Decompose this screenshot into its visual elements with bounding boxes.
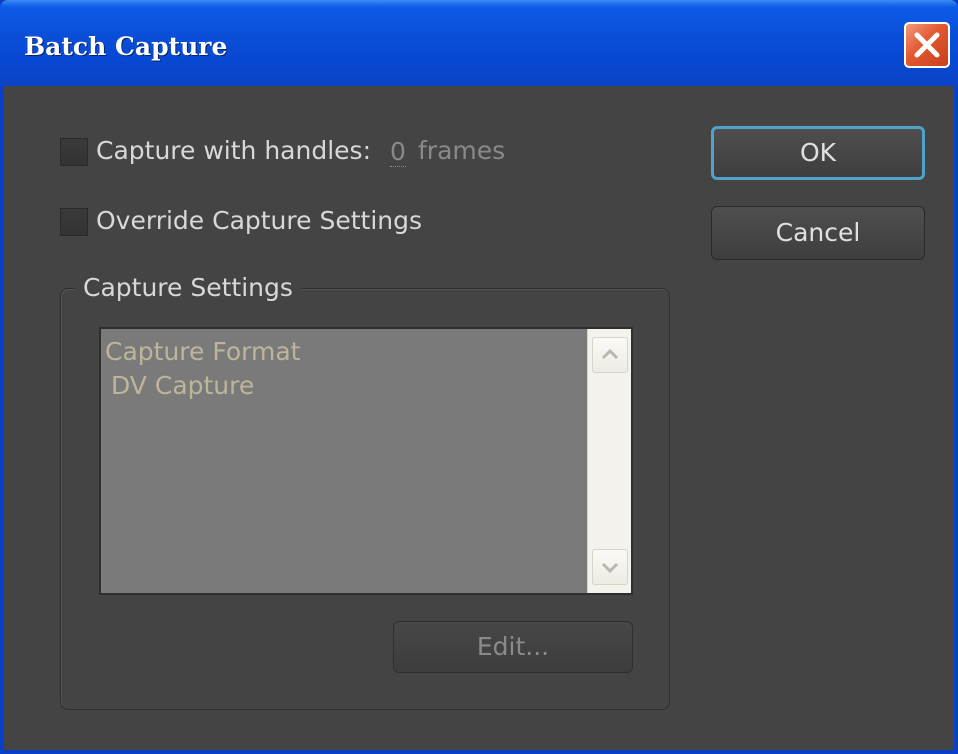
override-capture-settings-checkbox[interactable] bbox=[60, 208, 88, 236]
chevron-up-icon bbox=[601, 348, 619, 360]
capture-format-heading: Capture Format bbox=[105, 337, 301, 366]
scroll-down-button[interactable] bbox=[592, 549, 628, 585]
vertical-scrollbar[interactable] bbox=[587, 329, 631, 593]
window-title: Batch Capture bbox=[24, 32, 228, 61]
capture-settings-legend: Capture Settings bbox=[75, 273, 301, 302]
capture-with-handles-label: Capture with handles: bbox=[96, 136, 371, 165]
chevron-down-icon bbox=[601, 562, 619, 574]
title-bar[interactable]: Batch Capture bbox=[0, 0, 958, 86]
capture-settings-group: Capture Settings Capture Format DV Captu… bbox=[60, 273, 670, 710]
edit-button[interactable]: Edit... bbox=[393, 621, 633, 673]
batch-capture-dialog: Batch Capture Capture with handles: 0 fr… bbox=[0, 0, 958, 754]
scroll-up-button[interactable] bbox=[592, 337, 628, 373]
dialog-body: Capture with handles: 0 frames Override … bbox=[4, 86, 954, 750]
capture-settings-list[interactable]: Capture Format DV Capture bbox=[99, 327, 633, 595]
override-capture-settings-label: Override Capture Settings bbox=[96, 206, 423, 235]
cancel-button[interactable]: Cancel bbox=[711, 206, 925, 260]
handles-frames-field[interactable]: 0 bbox=[390, 138, 406, 167]
capture-with-handles-checkbox[interactable] bbox=[60, 138, 88, 166]
close-button[interactable] bbox=[904, 22, 950, 68]
frames-unit-label: frames bbox=[418, 136, 506, 165]
close-icon bbox=[914, 32, 940, 58]
capture-format-value: DV Capture bbox=[111, 371, 255, 400]
ok-button[interactable]: OK bbox=[711, 126, 925, 180]
